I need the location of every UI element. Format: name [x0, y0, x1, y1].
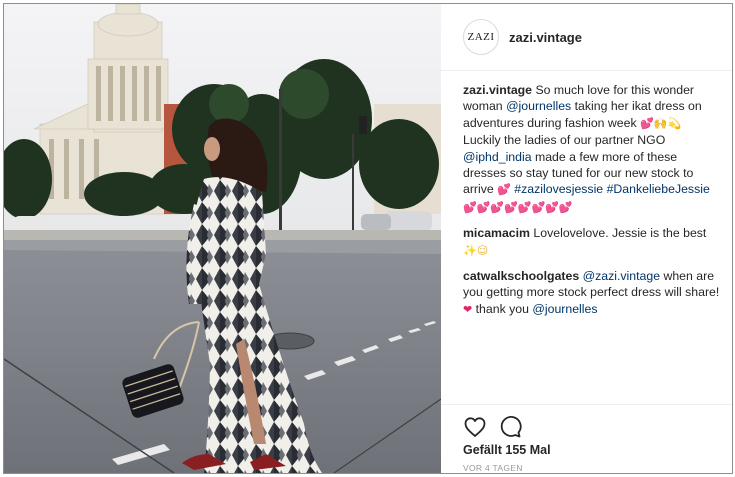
emoji: 💕 [497, 183, 511, 197]
comment-text: thank you [472, 301, 533, 316]
post-header: ZAZI zazi.vintage [441, 4, 732, 71]
comment: zazi.vintage So much love for this wonde… [463, 82, 721, 216]
post-actions: Gefällt 155 Mal VOR 4 TAGEN [441, 404, 732, 473]
header-username[interactable]: zazi.vintage [509, 30, 582, 45]
comment-username[interactable]: zazi.vintage [463, 83, 532, 97]
emoji: ✨☺ [463, 243, 489, 257]
comment-username[interactable]: micamacim [463, 226, 530, 240]
hashtag-link[interactable]: #zazilovesjessie [514, 182, 603, 196]
mention-link[interactable]: @journelles [532, 302, 597, 316]
hashtag-link[interactable]: #DankeliebeJessie [607, 182, 710, 196]
street-photo [4, 4, 441, 473]
post-sidebar: ZAZI zazi.vintage zazi.vintage So much l… [441, 4, 732, 473]
like-count[interactable]: Gefällt 155 Mal [463, 443, 551, 457]
comment-text: Lovelovelove. Jessie is the best [530, 226, 707, 241]
mention-link[interactable]: @zazi.vintage [583, 269, 660, 283]
comment-list: zazi.vintage So much love for this wonde… [463, 82, 721, 327]
post-timestamp: VOR 4 TAGEN [463, 463, 523, 473]
heart-icon[interactable] [463, 415, 487, 439]
emoji: 💕💕💕💕💕💕💕💕 [463, 200, 573, 214]
avatar-logo-text: ZAZI [467, 31, 495, 43]
speech-bubble-icon[interactable] [498, 415, 522, 439]
mention-link[interactable]: @journelles [506, 99, 571, 113]
instagram-post: ZAZI zazi.vintage zazi.vintage So much l… [3, 3, 733, 474]
mention-link[interactable]: @iphd_india [463, 150, 532, 164]
emoji: 💕🙌💫 [640, 116, 682, 130]
emoji: ❤ [463, 302, 473, 316]
post-photo[interactable] [4, 4, 441, 473]
comment: micamacim Lovelovelove. Jessie is the be… [463, 225, 721, 259]
comment: catwalkschoolgates @zazi.vintage when ar… [463, 268, 721, 318]
avatar[interactable]: ZAZI [463, 19, 499, 55]
comment-text: Luckily the ladies of our partner NGO [463, 133, 666, 148]
comment-username[interactable]: catwalkschoolgates [463, 269, 579, 283]
